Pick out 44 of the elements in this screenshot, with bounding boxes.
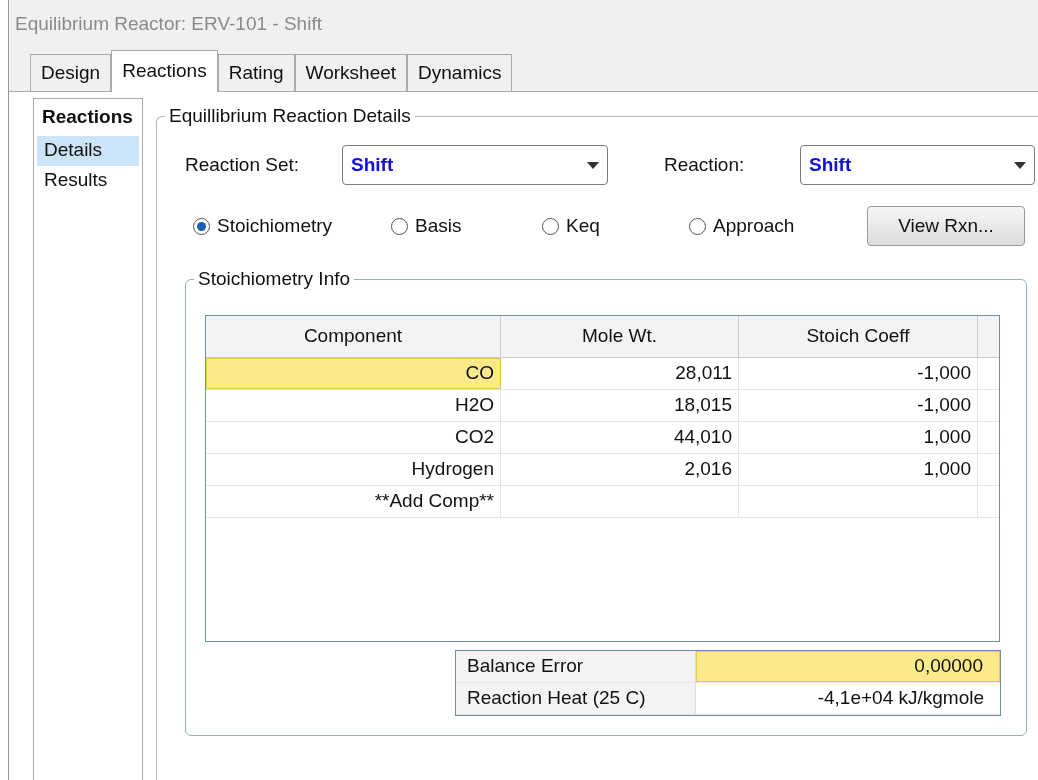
table-cell: 28,011 <box>501 358 739 389</box>
summary-value: -4,1e+04 kJ/kgmole <box>816 686 985 711</box>
table-cell: -1,000 <box>739 358 978 389</box>
window-title: Equilibrium Reactor: ERV-101 - Shift <box>14 11 323 36</box>
view-reaction-button[interactable]: View Rxn... <box>867 206 1025 246</box>
table-cell: 44,010 <box>501 422 739 453</box>
column-header: Stoich Coeff <box>739 316 978 357</box>
radio-label: Keq <box>566 213 600 238</box>
table-cell: **Add Comp** <box>206 486 501 517</box>
table-cell: 18,015 <box>501 390 739 421</box>
dropdown[interactable]: Shift <box>800 145 1035 185</box>
tab[interactable]: Reactions <box>111 50 218 92</box>
tab[interactable]: Worksheet <box>294 54 408 91</box>
table-cell: CO <box>206 358 501 389</box>
radio-button[interactable] <box>391 217 408 235</box>
dropdown[interactable]: Shift <box>342 145 608 185</box>
caret-icon <box>587 161 599 169</box>
radio-label: Approach <box>713 213 795 238</box>
radio-button[interactable] <box>193 217 210 235</box>
summary-label: Balance Error <box>456 651 696 682</box>
radio-button[interactable] <box>689 217 706 235</box>
table-cell: 2,016 <box>501 454 739 485</box>
summary-label: Reaction Heat (25 C) <box>456 683 696 714</box>
column-header: Mole Wt. <box>501 316 739 357</box>
tab[interactable]: Design <box>30 54 112 91</box>
sidebar-item[interactable]: Details <box>37 135 139 166</box>
radio-button[interactable] <box>542 217 559 235</box>
radio-label: Stoichiometry <box>217 213 333 238</box>
column-header: Component <box>206 316 501 357</box>
tab[interactable]: Rating <box>217 54 295 91</box>
radio-label: Basis <box>415 213 462 238</box>
field-label: Reaction Set: <box>185 152 301 177</box>
table-cell: CO2 <box>206 422 501 453</box>
caret-icon <box>1014 161 1026 169</box>
table-cell: H2O <box>206 390 501 421</box>
table-cell: 1,000 <box>739 454 978 485</box>
tab[interactable]: Dynamics <box>407 54 513 91</box>
table-cell: 1,000 <box>739 422 978 453</box>
summary-value: 0,00000 <box>696 651 1000 682</box>
field-label: Reaction: <box>664 152 746 177</box>
sidebar-title: Reactions <box>41 105 134 129</box>
sidebar-item[interactable]: Results <box>37 165 139 196</box>
table-cell: -1,000 <box>739 390 978 421</box>
table-cell: Hydrogen <box>206 454 501 485</box>
